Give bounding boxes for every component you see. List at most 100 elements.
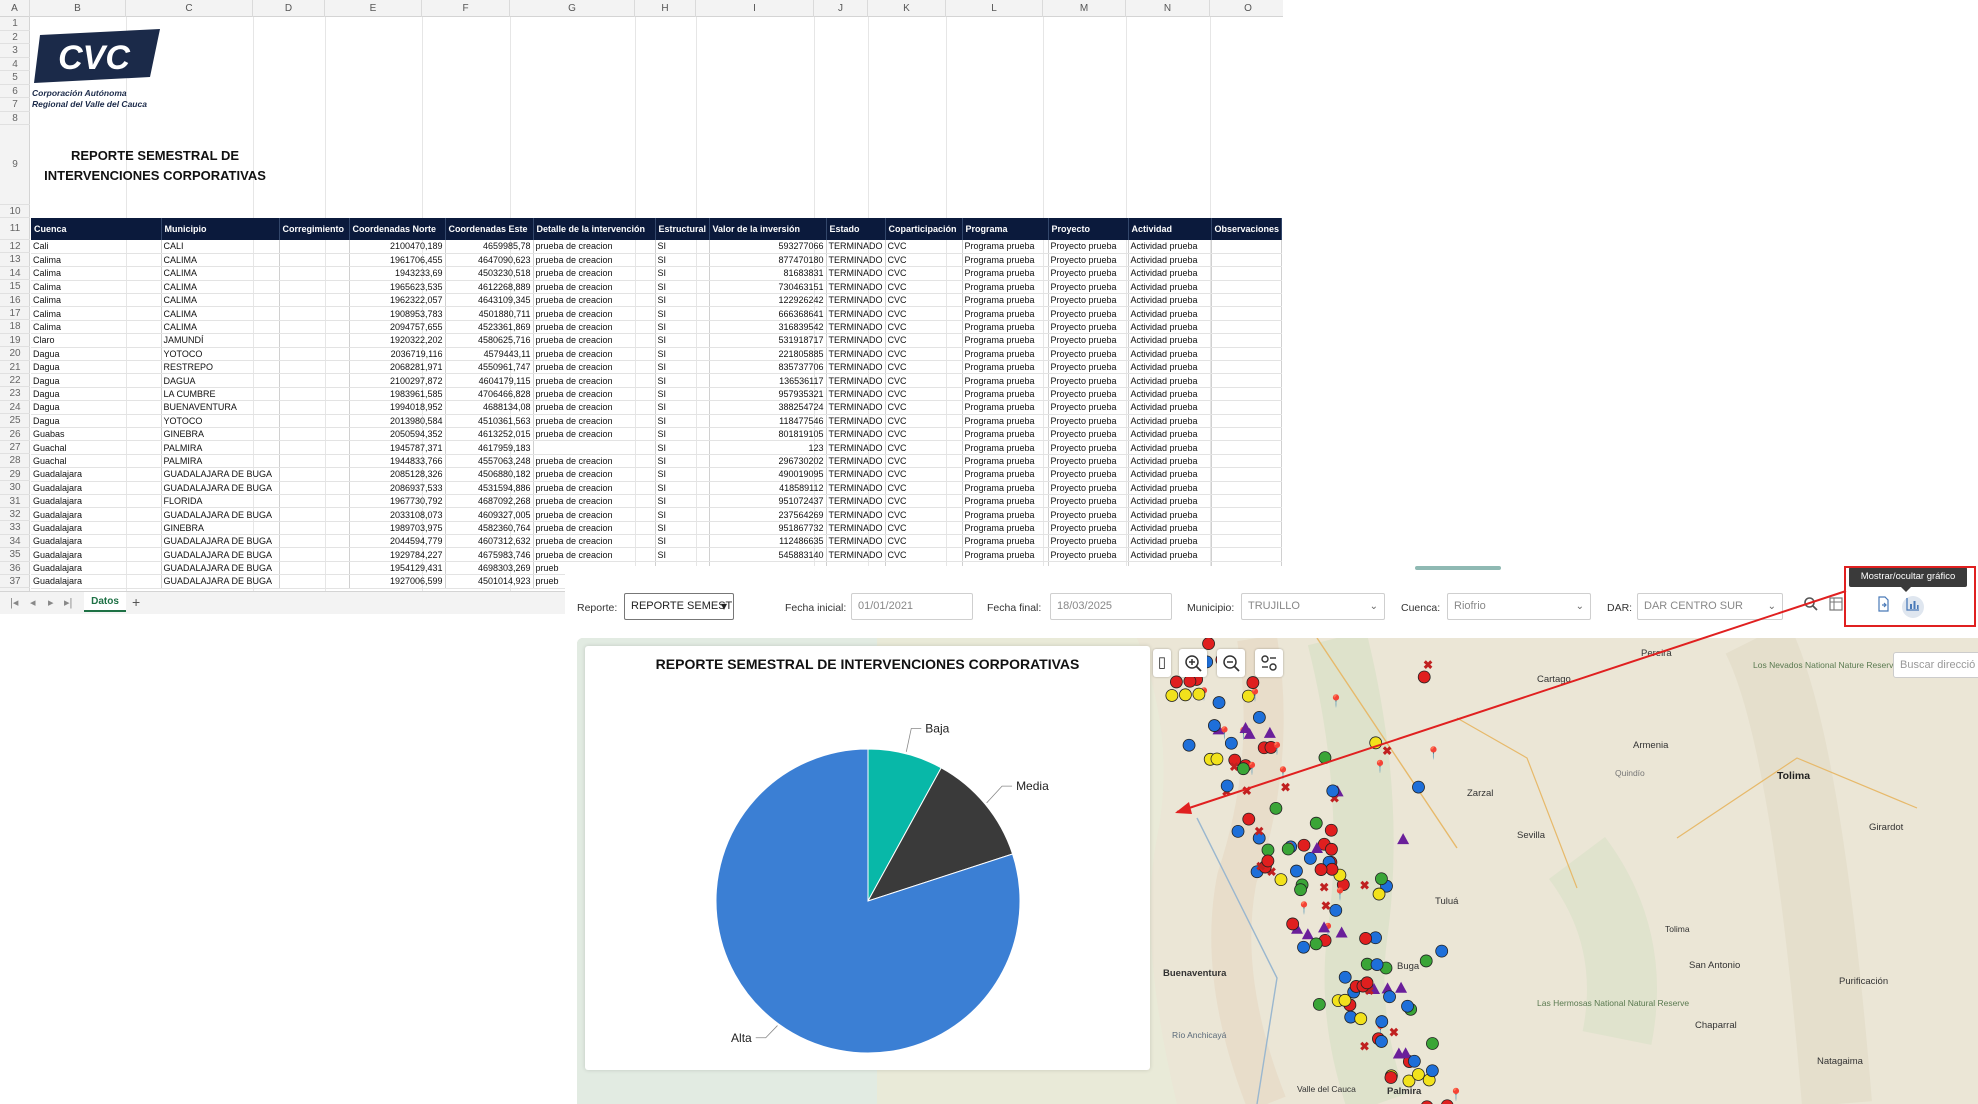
table-cell[interactable]: Dagua bbox=[31, 360, 162, 375]
map-marker-x[interactable]: ✖ bbox=[1382, 744, 1392, 758]
table-cell[interactable]: 4523361,869 bbox=[445, 320, 534, 335]
table-cell[interactable]: 4706466,828 bbox=[445, 387, 534, 402]
table-row[interactable]: Guachal PALMIRA 1945787,371 4617959,183 SI 12… bbox=[31, 440, 1282, 455]
table-cell[interactable]: CALIMA bbox=[161, 293, 280, 308]
table-cell[interactable]: 1908953,783 bbox=[349, 306, 446, 321]
map-marker-pin[interactable]: 📍 bbox=[1270, 742, 1285, 756]
table-row[interactable]: Guadalajara GUADALAJARA DE BUGA 2044594,77… bbox=[31, 534, 1282, 549]
table-cell[interactable] bbox=[279, 320, 350, 335]
table-cell[interactable]: TERMINADO bbox=[826, 534, 886, 549]
row-header-29[interactable]: 29 bbox=[0, 468, 30, 482]
table-cell[interactable]: 2086937,533 bbox=[349, 481, 446, 495]
table-header-cell[interactable]: Coordenadas Norte bbox=[349, 218, 446, 240]
table-cell[interactable]: 545883140 bbox=[709, 547, 827, 562]
table-cell[interactable]: 957935321 bbox=[709, 387, 827, 402]
column-header-k[interactable]: K bbox=[868, 0, 946, 17]
table-cell[interactable]: 730463151 bbox=[709, 280, 827, 295]
table-cell[interactable]: Programa prueba bbox=[962, 427, 1049, 442]
table-cell[interactable]: Programa prueba bbox=[962, 534, 1049, 549]
table-cell[interactable]: Actividad prueba bbox=[1128, 427, 1212, 442]
table-cell[interactable]: prueba de creacion bbox=[533, 400, 656, 415]
table-cell[interactable] bbox=[279, 306, 350, 321]
table-cell[interactable]: Actividad prueba bbox=[1128, 521, 1212, 536]
table-cell[interactable]: Actividad prueba bbox=[1128, 320, 1212, 335]
table-cell[interactable]: Proyecto prueba bbox=[1048, 481, 1129, 495]
table-cell[interactable] bbox=[1211, 387, 1282, 402]
table-cell[interactable]: Actividad prueba bbox=[1128, 414, 1212, 428]
row-header-21[interactable]: 21 bbox=[0, 361, 30, 374]
table-cell[interactable]: SI bbox=[655, 360, 710, 375]
map-marker-circle[interactable] bbox=[1210, 752, 1224, 766]
table-cell[interactable]: SI bbox=[655, 521, 710, 536]
row-header-9[interactable]: 9 bbox=[0, 125, 30, 205]
map-marker-circle[interactable] bbox=[1338, 970, 1352, 984]
table-header-cell[interactable]: Actividad bbox=[1128, 218, 1212, 240]
table-cell[interactable]: Proyecto prueba bbox=[1048, 467, 1129, 482]
search-icon[interactable] bbox=[1800, 596, 1822, 618]
table-cell[interactable]: Calima bbox=[31, 306, 162, 321]
table-cell[interactable] bbox=[1211, 240, 1282, 254]
table-cell[interactable]: TERMINADO bbox=[826, 547, 886, 562]
prev-sheet-icon[interactable]: ◂ bbox=[30, 596, 36, 609]
table-cell[interactable]: Proyecto prueba bbox=[1048, 547, 1129, 562]
table-header-cell[interactable]: Municipio bbox=[161, 218, 280, 240]
table-cell[interactable]: CVC bbox=[885, 454, 963, 469]
table-cell[interactable] bbox=[1211, 534, 1282, 549]
table-cell[interactable] bbox=[279, 373, 350, 388]
table-cell[interactable]: Proyecto prueba bbox=[1048, 320, 1129, 335]
table-header-cell[interactable]: Valor de la inversión bbox=[709, 218, 827, 240]
table-header-cell[interactable]: Detalle de la intervención bbox=[533, 218, 656, 240]
table-row[interactable]: Guadalajara GINEBRA 1989703,975 4582360,764… bbox=[31, 521, 1282, 536]
table-cell[interactable]: 4647090,623 bbox=[445, 253, 534, 268]
table-cell[interactable]: Actividad prueba bbox=[1128, 440, 1212, 455]
table-cell[interactable]: CVC bbox=[885, 240, 963, 254]
table-cell[interactable]: YOTOCO bbox=[161, 414, 280, 428]
table-cell[interactable]: Claro bbox=[31, 333, 162, 348]
table-cell[interactable]: SI bbox=[655, 293, 710, 308]
table-cell[interactable]: FLORIDA bbox=[161, 494, 280, 509]
table-cell[interactable]: TERMINADO bbox=[826, 427, 886, 442]
row-header-20[interactable]: 20 bbox=[0, 347, 30, 361]
table-cell[interactable]: prueba de creacion bbox=[533, 306, 656, 321]
column-header-i[interactable]: I bbox=[696, 0, 814, 17]
table-cell[interactable]: 1989703,975 bbox=[349, 521, 446, 536]
table-cell[interactable] bbox=[1211, 440, 1282, 455]
table-cell[interactable] bbox=[1211, 467, 1282, 482]
map-marker-circle[interactable] bbox=[1297, 838, 1311, 852]
table-cell[interactable]: 221805885 bbox=[709, 347, 827, 362]
table-cell[interactable]: 666368641 bbox=[709, 306, 827, 321]
table-cell[interactable]: Programa prueba bbox=[962, 467, 1049, 482]
table-cell[interactable]: 4506880,182 bbox=[445, 467, 534, 482]
table-cell[interactable]: Programa prueba bbox=[962, 414, 1049, 428]
table-cell[interactable]: Guadalajara bbox=[31, 481, 162, 495]
table-cell[interactable]: 4617959,183 bbox=[445, 440, 534, 455]
table-cell[interactable]: GUADALAJARA DE BUGA bbox=[161, 574, 280, 589]
table-cell[interactable] bbox=[279, 454, 350, 469]
table-cell[interactable]: 4604179,115 bbox=[445, 373, 534, 388]
table-cell[interactable]: prueba de creacion bbox=[533, 253, 656, 268]
table-cell[interactable]: SI bbox=[655, 414, 710, 428]
row-header-11[interactable]: 11 bbox=[0, 218, 30, 240]
table-cell[interactable]: YOTOCO bbox=[161, 347, 280, 362]
table-cell[interactable]: 4503230,518 bbox=[445, 266, 534, 281]
table-cell[interactable]: CVC bbox=[885, 414, 963, 428]
table-cell[interactable]: Guabas bbox=[31, 427, 162, 442]
table-cell[interactable]: Cali bbox=[31, 240, 162, 254]
row-header-28[interactable]: 28 bbox=[0, 454, 30, 468]
table-cell[interactable]: 4687092,268 bbox=[445, 494, 534, 509]
row-header-31[interactable]: 31 bbox=[0, 495, 30, 508]
row-header-27[interactable]: 27 bbox=[0, 441, 30, 455]
table-cell[interactable]: SI bbox=[655, 534, 710, 549]
table-cell[interactable]: Proyecto prueba bbox=[1048, 373, 1129, 388]
table-cell[interactable]: Proyecto prueba bbox=[1048, 306, 1129, 321]
table-cell[interactable]: TERMINADO bbox=[826, 266, 886, 281]
table-cell[interactable]: Proyecto prueba bbox=[1048, 387, 1129, 402]
table-cell[interactable]: CVC bbox=[885, 280, 963, 295]
table-cell[interactable]: 4675983,746 bbox=[445, 547, 534, 562]
row-header-15[interactable]: 15 bbox=[0, 280, 30, 294]
table-cell[interactable] bbox=[1211, 293, 1282, 308]
table-cell[interactable]: Calima bbox=[31, 266, 162, 281]
table-cell[interactable]: 2100470,189 bbox=[349, 240, 446, 254]
table-cell[interactable]: SI bbox=[655, 333, 710, 348]
map-marker-triangle[interactable] bbox=[1263, 726, 1276, 738]
